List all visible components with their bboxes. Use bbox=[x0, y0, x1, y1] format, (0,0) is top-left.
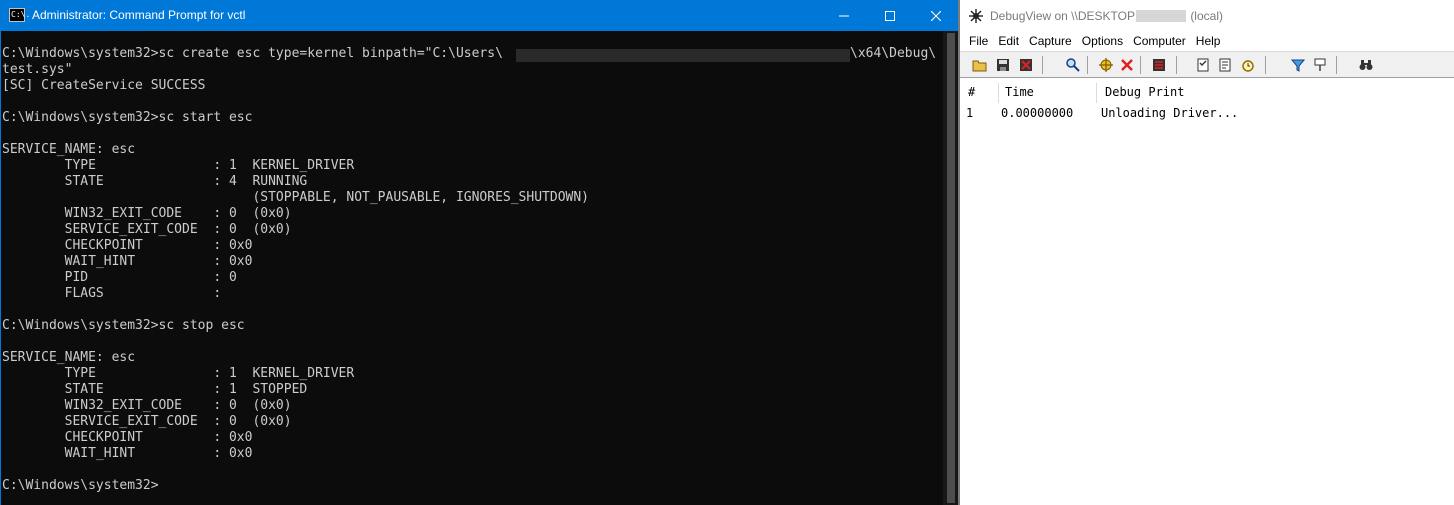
properties-button[interactable] bbox=[1194, 56, 1212, 74]
row-index: 1 bbox=[966, 106, 974, 120]
toolbar-separator bbox=[1336, 56, 1337, 74]
clock-time-button[interactable] bbox=[1239, 56, 1257, 74]
toolbar-separator bbox=[1042, 56, 1043, 74]
capture-kernel-button[interactable] bbox=[1118, 56, 1136, 74]
clear-button[interactable] bbox=[1017, 56, 1035, 74]
maximize-button[interactable] bbox=[867, 0, 913, 31]
row-time: 0.00000000 bbox=[1001, 106, 1074, 120]
filter-icon bbox=[1290, 59, 1306, 72]
title-prefix: DebugView on \\DESKTOP bbox=[990, 9, 1135, 23]
capture-kernel-icon bbox=[1121, 59, 1133, 71]
clear-icon bbox=[1020, 59, 1032, 71]
debugview-menubar: File Edit Capture Options Computer Help bbox=[960, 31, 1454, 51]
find-button[interactable] bbox=[1064, 56, 1082, 74]
debugview-window[interactable]: DebugView on \\DESKTOP (local) File Edit… bbox=[958, 0, 1454, 505]
console-scroll-thumb[interactable] bbox=[947, 33, 955, 503]
open-icon bbox=[972, 60, 987, 72]
list-header: # Time Debug Print bbox=[960, 83, 1454, 103]
menu-computer[interactable]: Computer bbox=[1128, 31, 1191, 51]
highlight-icon bbox=[1314, 58, 1326, 71]
history-button[interactable] bbox=[1216, 56, 1234, 74]
menu-file[interactable]: File bbox=[960, 31, 993, 51]
close-icon bbox=[931, 10, 941, 21]
debugview-titlebar[interactable]: DebugView on \\DESKTOP (local) bbox=[960, 0, 1454, 31]
debugview-toolbar bbox=[960, 51, 1454, 78]
redacted-path-segment bbox=[516, 49, 850, 62]
console-text: C:\Windows\system32>sc create esc type=k… bbox=[2, 46, 589, 493]
column-header-time[interactable]: Time bbox=[1005, 83, 1034, 101]
capture-button[interactable] bbox=[1097, 56, 1115, 74]
search-button[interactable] bbox=[1357, 56, 1375, 74]
column-header-debug-print[interactable]: Debug Print bbox=[1105, 83, 1184, 101]
redacted-hostname bbox=[1135, 10, 1186, 22]
find-icon bbox=[1066, 58, 1080, 72]
save-button[interactable] bbox=[994, 56, 1012, 74]
toolbar-separator bbox=[1140, 56, 1141, 74]
save-icon bbox=[997, 59, 1009, 71]
command-prompt-window[interactable]: C:\. Administrator: Command Prompt for v… bbox=[0, 0, 959, 505]
properties-icon bbox=[1197, 58, 1209, 72]
menu-capture[interactable]: Capture bbox=[1024, 31, 1077, 51]
minimize-button[interactable] bbox=[821, 0, 867, 31]
toolbar-separator bbox=[1087, 56, 1088, 74]
console-line-tail: \x64\Debug\ bbox=[850, 46, 937, 61]
clock-time-icon bbox=[1242, 60, 1254, 72]
minimize-icon bbox=[839, 15, 849, 16]
filter-button[interactable] bbox=[1289, 56, 1307, 74]
menu-help[interactable]: Help bbox=[1191, 31, 1226, 51]
column-divider[interactable] bbox=[998, 83, 999, 103]
history-icon bbox=[1219, 58, 1231, 72]
menu-edit[interactable]: Edit bbox=[993, 31, 1024, 51]
console-output[interactable]: C:\Windows\system32>sc create esc type=k… bbox=[2, 31, 942, 505]
capture-icon bbox=[1099, 58, 1113, 72]
binoculars-icon bbox=[1359, 60, 1373, 70]
title-suffix: (local) bbox=[1190, 9, 1223, 23]
autoscroll-icon bbox=[1153, 59, 1165, 71]
row-message: Unloading Driver... bbox=[1101, 106, 1239, 120]
toolbar-separator bbox=[1265, 56, 1266, 74]
highlight-button[interactable] bbox=[1311, 56, 1329, 74]
column-divider[interactable] bbox=[1096, 83, 1097, 103]
cmd-window-title: Administrator: Command Prompt for vctl bbox=[32, 8, 246, 22]
toolbar-separator bbox=[1176, 56, 1177, 74]
cmd-app-icon: C:\. bbox=[9, 8, 30, 22]
maximize-icon bbox=[885, 10, 895, 21]
debug-output-list[interactable]: # Time Debug Print 1 0.00000000 Unloadin… bbox=[960, 78, 1454, 505]
console-scrollbar[interactable] bbox=[943, 31, 959, 505]
column-header-index[interactable]: # bbox=[968, 83, 975, 101]
menu-options[interactable]: Options bbox=[1077, 31, 1128, 51]
autoscroll-button[interactable] bbox=[1150, 56, 1168, 74]
debugview-app-icon bbox=[969, 9, 983, 23]
list-item[interactable]: 1 0.00000000 Unloading Driver... bbox=[960, 104, 1454, 122]
debugview-window-title: DebugView on \\DESKTOP (local) bbox=[990, 9, 1223, 24]
close-button[interactable] bbox=[913, 0, 959, 31]
open-button[interactable] bbox=[971, 56, 989, 74]
cmd-titlebar[interactable]: C:\. Administrator: Command Prompt for v… bbox=[1, 0, 958, 31]
